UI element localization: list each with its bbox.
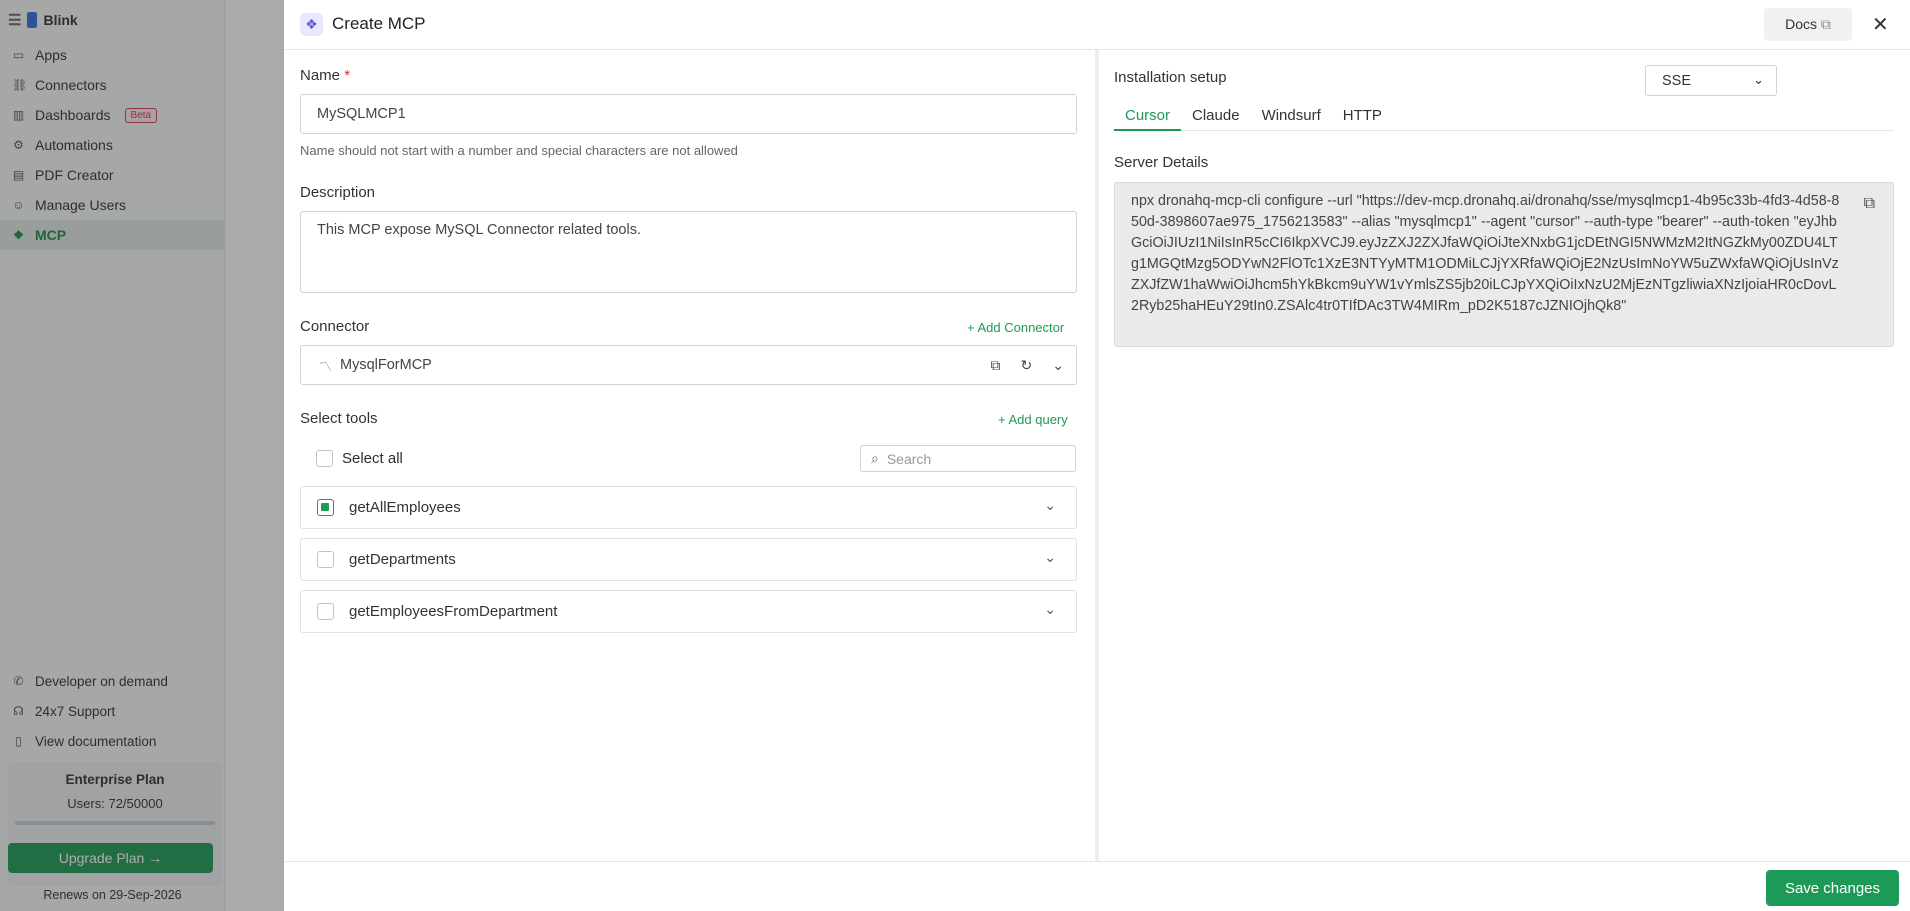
refresh-icon[interactable]: ↻	[1021, 357, 1033, 374]
tool-name: getDepartments	[349, 551, 456, 568]
mcp-form-panel: Name * MySQLMCP1 Name should not start w…	[284, 50, 1099, 861]
tool-row[interactable]: getDepartments ⌄	[300, 538, 1077, 581]
transport-value: SSE	[1662, 72, 1692, 89]
connector-actions: ⧉ ↻ ⌄	[991, 346, 1064, 384]
tab-claude[interactable]: Claude	[1181, 105, 1251, 131]
search-placeholder: Search	[886, 450, 932, 467]
connector-value: MysqlForMCP	[340, 357, 432, 373]
description-label: Description	[300, 184, 376, 201]
chevron-down-icon[interactable]: ⌄	[1044, 497, 1056, 514]
mysql-icon: 〽	[319, 358, 333, 374]
transport-select[interactable]: SSE ⌄	[1645, 65, 1777, 96]
tool-row[interactable]: getEmployeesFromDepartment ⌄	[300, 590, 1077, 633]
copy-icon[interactable]: ⧉	[1864, 193, 1875, 214]
docs-button[interactable]: Docs ⧉	[1764, 8, 1852, 41]
external-link-icon: ⧉	[1820, 16, 1831, 32]
search-icon: ⌕	[871, 450, 879, 466]
server-details-label: Server Details	[1114, 154, 1209, 171]
chevron-down-icon[interactable]: ⌄	[1044, 549, 1056, 566]
modal-title: Create MCP	[332, 14, 426, 33]
select-tools-label: Select tools	[300, 410, 378, 427]
tool-checkbox[interactable]	[317, 499, 334, 516]
chevron-down-icon[interactable]: ⌄	[1044, 601, 1056, 618]
tab-windsurf[interactable]: Windsurf	[1251, 105, 1332, 131]
connector-label: Connector	[300, 318, 370, 335]
installation-setup-label: Installation setup	[1114, 69, 1227, 86]
connector-select[interactable]: 〽 MysqlForMCP ⧉ ↻ ⌄	[300, 345, 1077, 385]
modal-backdrop[interactable]	[0, 0, 284, 911]
name-hint: Name should not start with a number and …	[300, 143, 738, 158]
save-changes-button[interactable]: Save changes	[1766, 870, 1899, 906]
tool-checkbox[interactable]	[317, 551, 334, 568]
create-mcp-modal: ❖ Create MCP Docs ⧉ ✕ Name * MySQLMCP1 N…	[284, 0, 1910, 911]
installation-panel: Installation setup SSE ⌄ Cursor Claude W…	[1099, 50, 1910, 861]
close-icon[interactable]: ✕	[1872, 12, 1889, 37]
mcp-icon: ❖	[300, 13, 323, 36]
install-tabs: Cursor Claude Windsurf HTTP	[1114, 105, 1894, 131]
required-marker: *	[344, 67, 351, 84]
external-link-icon[interactable]: ⧉	[991, 357, 1001, 374]
name-input[interactable]: MySQLMCP1	[300, 94, 1077, 134]
modal-header: ❖ Create MCP Docs ⧉ ✕	[284, 0, 1910, 50]
tool-checkbox[interactable]	[317, 603, 334, 620]
select-all-row[interactable]: Select all	[316, 450, 403, 467]
server-command-box: npx dronahq-mcp-cli configure --url "htt…	[1114, 182, 1894, 347]
tab-http[interactable]: HTTP	[1332, 105, 1393, 131]
tool-name: getAllEmployees	[349, 499, 461, 516]
tools-search-input[interactable]: ⌕ Search	[860, 445, 1076, 472]
add-query-link[interactable]: + Add query	[998, 412, 1068, 427]
tool-row[interactable]: getAllEmployees ⌄	[300, 486, 1077, 529]
description-textarea[interactable]: This MCP expose MySQL Connector related …	[300, 211, 1077, 293]
modal-footer: Save changes	[284, 861, 1910, 911]
chevron-down-icon[interactable]: ⌄	[1052, 357, 1064, 374]
chevron-down-icon: ⌄	[1753, 72, 1764, 87]
docs-label: Docs	[1785, 16, 1817, 32]
tab-cursor[interactable]: Cursor	[1114, 105, 1182, 131]
select-all-checkbox[interactable]	[316, 450, 333, 467]
server-command: npx dronahq-mcp-cli configure --url "htt…	[1131, 193, 1840, 314]
name-label-text: Name	[300, 67, 341, 84]
tool-name: getEmployeesFromDepartment	[349, 603, 558, 620]
select-all-label: Select all	[342, 450, 403, 467]
add-connector-link[interactable]: + Add Connector	[967, 320, 1064, 335]
name-label: Name *	[300, 67, 350, 84]
